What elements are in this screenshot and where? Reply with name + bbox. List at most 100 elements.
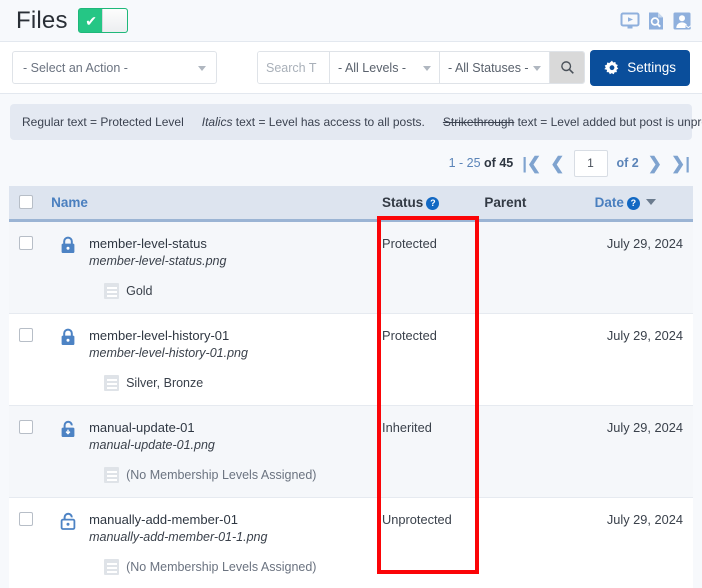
legend-italics: Italics text = Level has access to all p… (202, 115, 425, 129)
chevron-down-icon (423, 65, 431, 71)
row-date-cell: July 29, 2024 (584, 313, 693, 406)
gear-icon (604, 60, 619, 74)
legend-italics-word: Italics (201, 115, 233, 129)
first-page-button[interactable]: |❮ (522, 155, 541, 172)
page-header: Files ✔ (0, 0, 702, 41)
levels-text: (No Membership Levels Assigned) (126, 467, 317, 482)
search-icon (560, 61, 574, 74)
row-date-cell: July 29, 2024 (584, 220, 693, 314)
prev-page-button[interactable]: ❮ (550, 155, 564, 172)
row-checkbox[interactable] (19, 235, 33, 250)
row-checkbox[interactable] (19, 511, 33, 526)
select-all-checkbox[interactable] (19, 195, 33, 210)
status-help-icon[interactable]: ? (426, 196, 440, 210)
row-status-cell: Protected (372, 313, 475, 406)
legend-bar: Regular text = Protected Level Italics t… (10, 104, 702, 140)
user-account-icon[interactable] (672, 11, 692, 31)
total-pages-label: of 2 (616, 156, 639, 170)
pagination-range: 1 - 25 (448, 156, 481, 170)
row-select-cell (9, 497, 42, 588)
row-name-cell: member-level-history-01 member-level-his… (41, 313, 373, 406)
file-title[interactable]: manually-add-member-01 (89, 512, 362, 528)
row-parent-cell (474, 497, 585, 588)
file-name-block: manual-update-01 manual-update-01.png (N… (51, 420, 362, 483)
next-page-button[interactable]: ❯ (648, 155, 662, 172)
file-name-block: member-level-history-01 member-level-his… (51, 328, 362, 391)
lock-closed-icon (61, 236, 75, 253)
column-header-status[interactable]: Status? (372, 186, 475, 222)
column-header-name-label: Name (51, 194, 88, 210)
levels-list-icon (104, 558, 120, 575)
levels-text: (No Membership Levels Assigned) (126, 559, 317, 574)
files-table: Name Status? Parent Date? member-level-s… (9, 186, 693, 588)
row-date-cell: July 29, 2024 (584, 405, 693, 498)
legend-container: Regular text = Protected Level Italics t… (0, 94, 702, 140)
page-number-input[interactable] (573, 149, 608, 177)
lock-open-icon (60, 512, 76, 530)
table-body: member-level-status member-level-status.… (9, 220, 693, 588)
row-parent-cell (474, 405, 585, 498)
pagination-summary: 1 - 25 of 45 (449, 156, 514, 170)
document-search-icon[interactable] (646, 11, 666, 31)
row-checkbox[interactable] (19, 419, 33, 434)
row-select-cell (9, 405, 42, 498)
levels-text: Gold (126, 283, 153, 298)
row-parent-cell (474, 313, 585, 406)
settings-button[interactable]: Settings (590, 49, 690, 86)
files-table-container: Name Status? Parent Date? member-level-s… (0, 186, 702, 588)
file-name-block: manually-add-member-01 manually-add-memb… (51, 512, 362, 575)
file-name-block: member-level-status member-level-status.… (51, 236, 362, 299)
settings-label: Settings (627, 60, 676, 75)
chevron-down-icon (198, 65, 206, 71)
chevron-down-icon (533, 65, 541, 71)
bulk-action-label: - Select an Action - (23, 60, 128, 75)
column-header-parent[interactable]: Parent (474, 186, 585, 222)
file-filename: member-level-status.png (89, 253, 227, 268)
file-title[interactable]: manual-update-01 (89, 420, 362, 436)
levels-text: Silver, Bronze (126, 375, 204, 390)
row-date-cell: July 29, 2024 (584, 497, 693, 588)
file-title[interactable]: member-level-status (89, 236, 362, 252)
select-all-header (9, 186, 42, 222)
pagination: 1 - 25 of 45 |❮ ❮ of 2 ❯ ❯| (0, 140, 702, 186)
statuses-filter-label: - All Statuses - (448, 60, 529, 75)
file-filename: member-level-history-01.png (89, 345, 248, 360)
filter-group: - All Levels - - All Statuses - (257, 51, 585, 84)
row-select-cell (9, 313, 42, 406)
date-help-icon[interactable]: ? (626, 196, 640, 210)
column-header-status-label: Status (382, 194, 424, 210)
table-row: member-level-status member-level-status.… (9, 220, 693, 314)
row-name-cell: member-level-status member-level-status.… (41, 220, 373, 314)
app-page: Files ✔ - Select an Action - Search T - … (0, 0, 702, 588)
row-name-cell: manual-update-01 manual-update-01.png (N… (41, 405, 373, 498)
table-row: member-level-history-01 member-level-his… (9, 313, 693, 406)
video-play-icon[interactable] (620, 11, 640, 31)
search-submit-button[interactable] (549, 52, 584, 83)
column-header-parent-label: Parent (484, 194, 527, 210)
legend-strikethrough: Strikethrough text = Level added but pos… (443, 115, 702, 129)
last-page-button[interactable]: ❯| (671, 155, 690, 172)
column-header-date[interactable]: Date? (584, 186, 693, 222)
levels-filter-select[interactable]: - All Levels - (329, 52, 439, 83)
table-row: manually-add-member-01 manually-add-memb… (9, 497, 693, 588)
file-title[interactable]: member-level-history-01 (89, 328, 362, 344)
check-icon: ✔ (85, 12, 98, 29)
column-header-date-label: Date (594, 194, 624, 210)
lock-inherited-icon (61, 420, 75, 437)
page-title: Files (16, 6, 68, 34)
protect-toggle[interactable]: ✔ (77, 8, 128, 33)
statuses-filter-select[interactable]: - All Statuses - (439, 52, 549, 83)
sort-desc-icon[interactable] (645, 198, 656, 205)
search-input[interactable] (258, 52, 329, 83)
row-checkbox[interactable] (19, 327, 33, 342)
membership-levels: Silver, Bronze (89, 374, 362, 391)
lock-closed-icon (61, 328, 75, 345)
bulk-action-select[interactable]: - Select an Action - (12, 51, 217, 84)
column-header-name[interactable]: Name (41, 186, 373, 222)
file-filename: manual-update-01.png (89, 437, 215, 452)
membership-levels: (No Membership Levels Assigned) (89, 466, 362, 483)
levels-list-icon (104, 282, 120, 299)
pagination-total: 45 (499, 156, 514, 170)
row-status-cell: Protected (372, 220, 475, 314)
membership-levels: (No Membership Levels Assigned) (89, 558, 362, 575)
